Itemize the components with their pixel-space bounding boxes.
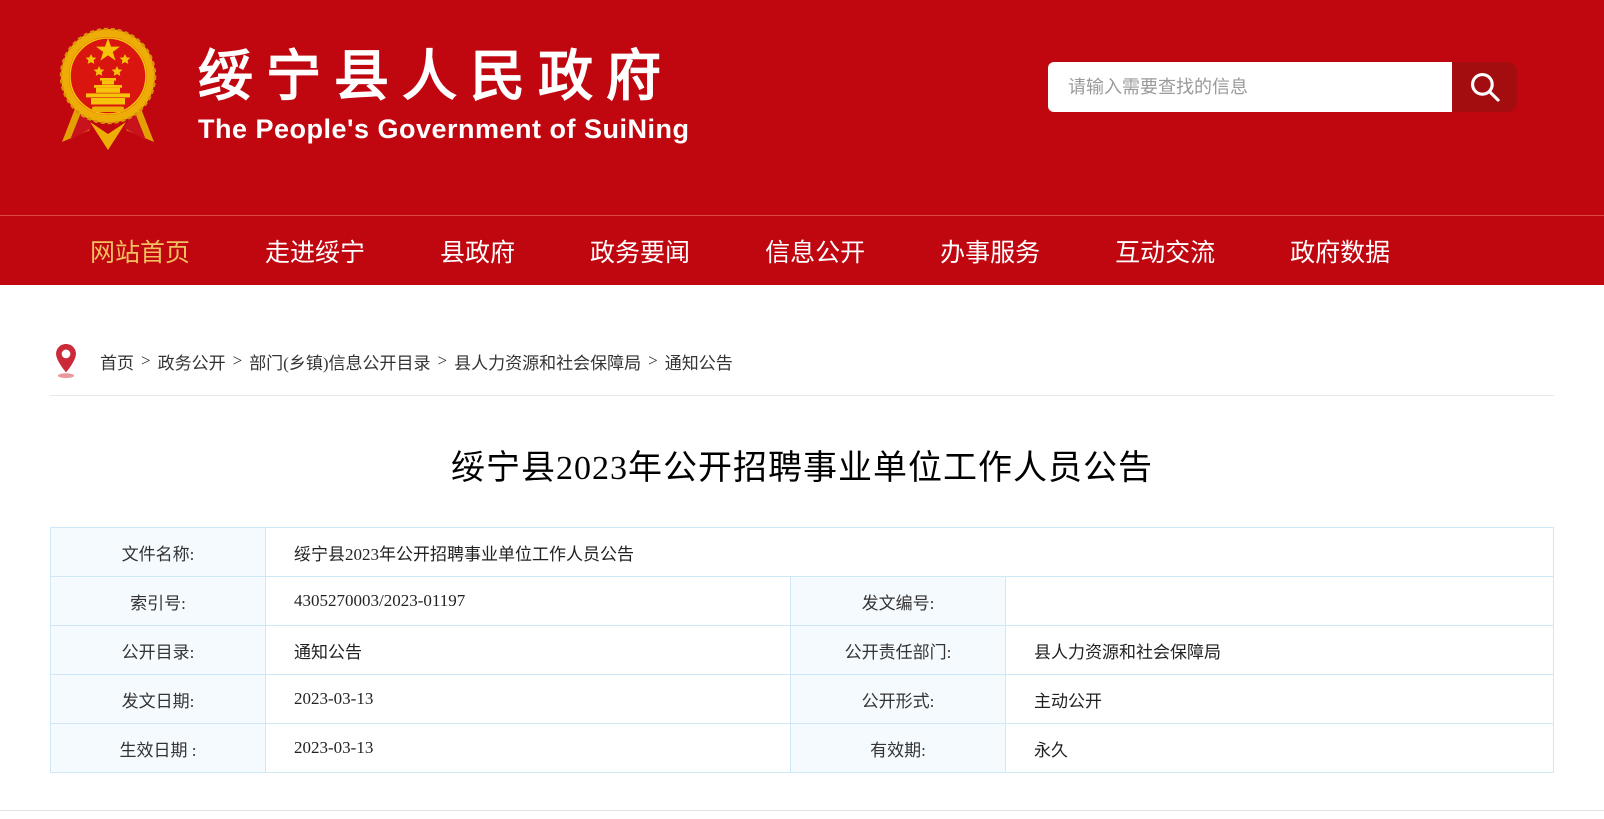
- nav-item-about-suining[interactable]: 走进绥宁: [265, 233, 365, 269]
- table-row-index-number: 索引号: 4305270003/2023-01197 发文编号:: [50, 576, 1554, 626]
- meta-label-index-number: 索引号:: [50, 576, 266, 626]
- breadcrumb: 首页 > 政务公开 > 部门(乡镇)信息公开目录 > 县人力资源和社会保障局 >…: [50, 285, 1554, 396]
- brand-text: 绥宁县人民政府 The People's Government of SuiNi…: [198, 28, 689, 145]
- nav-item-gov-data[interactable]: 政府数据: [1290, 233, 1390, 269]
- table-row-file-name: 文件名称: 绥宁县2023年公开招聘事业单位工作人员公告: [50, 527, 1554, 577]
- table-row-issue-date: 发文日期: 2023-03-13 公开形式: 主动公开: [50, 674, 1554, 724]
- content: 首页 > 政务公开 > 部门(乡镇)信息公开目录 > 县人力资源和社会保障局 >…: [50, 285, 1554, 773]
- meta-label-issue-date: 发文日期:: [50, 674, 266, 724]
- meta-value-index-number: 4305270003/2023-01197: [265, 576, 791, 626]
- meta-value-validity: 永久: [1005, 723, 1554, 773]
- table-row-effective-date: 生效日期 : 2023-03-13 有效期: 永久: [50, 723, 1554, 773]
- meta-label-open-form: 公开形式:: [790, 674, 1006, 724]
- site-title: 绥宁县人民政府: [198, 45, 675, 107]
- nav-item-info-disclosure[interactable]: 信息公开: [765, 233, 865, 269]
- brand: 绥宁县人民政府 The People's Government of SuiNi…: [58, 14, 689, 159]
- meta-value-file-name: 绥宁县2023年公开招聘事业单位工作人员公告: [265, 527, 1554, 577]
- page: 绥宁县人民政府 The People's Government of SuiNi…: [0, 0, 1604, 819]
- location-pin-icon: [56, 343, 76, 379]
- meta-label-catalog: 公开目录:: [50, 625, 266, 675]
- site-subtitle: The People's Government of SuiNing: [198, 114, 690, 144]
- national-emblem-logo: [59, 27, 157, 150]
- search-bar: [1048, 62, 1517, 112]
- meta-value-doc-number: [1005, 576, 1554, 626]
- breadcrumb-separator: >: [437, 351, 448, 370]
- page-title: 绥宁县2023年公开招聘事业单位工作人员公告: [451, 450, 1153, 487]
- meta-label-dept: 公开责任部门:: [790, 625, 1006, 675]
- search-icon: [1470, 73, 1500, 102]
- table-row-catalog: 公开目录: 通知公告 公开责任部门: 县人力资源和社会保障局: [50, 625, 1554, 675]
- meta-value-open-form: 主动公开: [1005, 674, 1554, 724]
- nav-item-county-gov[interactable]: 县政府: [440, 233, 515, 269]
- meta-value-dept: 县人力资源和社会保障局: [1005, 625, 1554, 675]
- nav-item-gov-news[interactable]: 政务要闻: [590, 233, 690, 269]
- breadcrumb-item-notices[interactable]: 通知公告: [665, 349, 733, 374]
- search-input[interactable]: [1048, 62, 1452, 112]
- meta-label-doc-number: 发文编号:: [790, 576, 1006, 626]
- meta-label-file-name: 文件名称:: [50, 527, 266, 577]
- nav-item-interaction[interactable]: 互动交流: [1115, 233, 1215, 269]
- meta-value-effective-date: 2023-03-13: [265, 723, 791, 773]
- search-button[interactable]: [1452, 62, 1517, 112]
- main-nav: 网站首页 走进绥宁 县政府 政务要闻 信息公开 办事服务 互动交流 政府数据: [0, 215, 1604, 285]
- breadcrumb-item-gov-info[interactable]: 政务公开: [158, 349, 226, 374]
- bottom-divider: [0, 810, 1604, 811]
- breadcrumb-separator: >: [648, 351, 658, 370]
- nav-item-services[interactable]: 办事服务: [940, 233, 1040, 269]
- meta-label-effective-date: 生效日期 :: [50, 723, 266, 773]
- breadcrumb-item-home[interactable]: 首页: [100, 349, 134, 374]
- breadcrumb-item-directory[interactable]: 部门(乡镇)信息公开目录: [249, 349, 430, 374]
- document-meta-table: 文件名称: 绥宁县2023年公开招聘事业单位工作人员公告 索引号: 430527…: [50, 527, 1554, 773]
- meta-value-catalog: 通知公告: [265, 625, 791, 675]
- breadcrumb-separator: >: [232, 351, 243, 370]
- meta-label-validity: 有效期:: [790, 723, 1006, 773]
- site-header: 绥宁县人民政府 The People's Government of SuiNi…: [0, 0, 1604, 215]
- nav-item-home[interactable]: 网站首页: [90, 233, 190, 269]
- breadcrumb-item-hr-bureau[interactable]: 县人力资源和社会保障局: [454, 349, 641, 374]
- meta-value-issue-date: 2023-03-13: [265, 674, 791, 724]
- breadcrumb-separator: >: [141, 351, 151, 370]
